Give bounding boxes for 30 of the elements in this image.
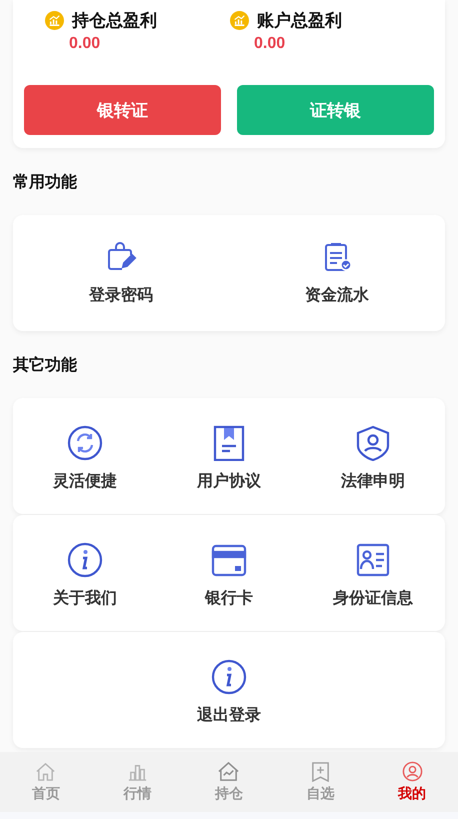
section-title: 常用功能 bbox=[13, 172, 78, 193]
chart-coin-icon bbox=[230, 11, 249, 30]
info-icon bbox=[211, 658, 247, 694]
function-item[interactable]: 身份证信息 bbox=[301, 515, 445, 631]
document-icon bbox=[211, 424, 247, 460]
function-item[interactable]: 用户协议 bbox=[157, 398, 301, 514]
bookmark-plus-icon bbox=[310, 761, 332, 782]
stat-label: 持仓总盈利 bbox=[72, 10, 157, 32]
user-icon bbox=[402, 761, 423, 782]
transfer-button[interactable]: 银转证 bbox=[24, 85, 221, 135]
chart-coin-icon bbox=[45, 11, 64, 30]
chart-house-icon bbox=[218, 761, 240, 782]
function-item[interactable]: 关于我们 bbox=[13, 515, 157, 631]
stat-value: 0.00 bbox=[254, 35, 286, 53]
bag-edit-icon bbox=[105, 240, 137, 272]
tab[interactable]: 我的 bbox=[366, 752, 458, 812]
section-title: 其它功能 bbox=[13, 355, 78, 376]
refresh-icon bbox=[67, 424, 103, 460]
function-item[interactable]: 银行卡 bbox=[157, 515, 301, 631]
home-icon bbox=[35, 761, 56, 782]
shield-user-icon bbox=[355, 424, 391, 460]
info-icon bbox=[67, 542, 103, 578]
id-card-icon bbox=[355, 542, 391, 578]
function-item[interactable]: 灵活便捷 bbox=[13, 398, 157, 514]
function-item[interactable]: 法律申明 bbox=[301, 398, 445, 514]
stat-label: 账户总盈利 bbox=[257, 10, 342, 32]
function-item[interactable]: 资金流水 bbox=[229, 215, 445, 331]
function-item[interactable]: 登录密码 bbox=[13, 215, 229, 331]
logout-item[interactable]: 退出登录 bbox=[13, 632, 445, 748]
stat-value: 0.00 bbox=[69, 35, 102, 53]
